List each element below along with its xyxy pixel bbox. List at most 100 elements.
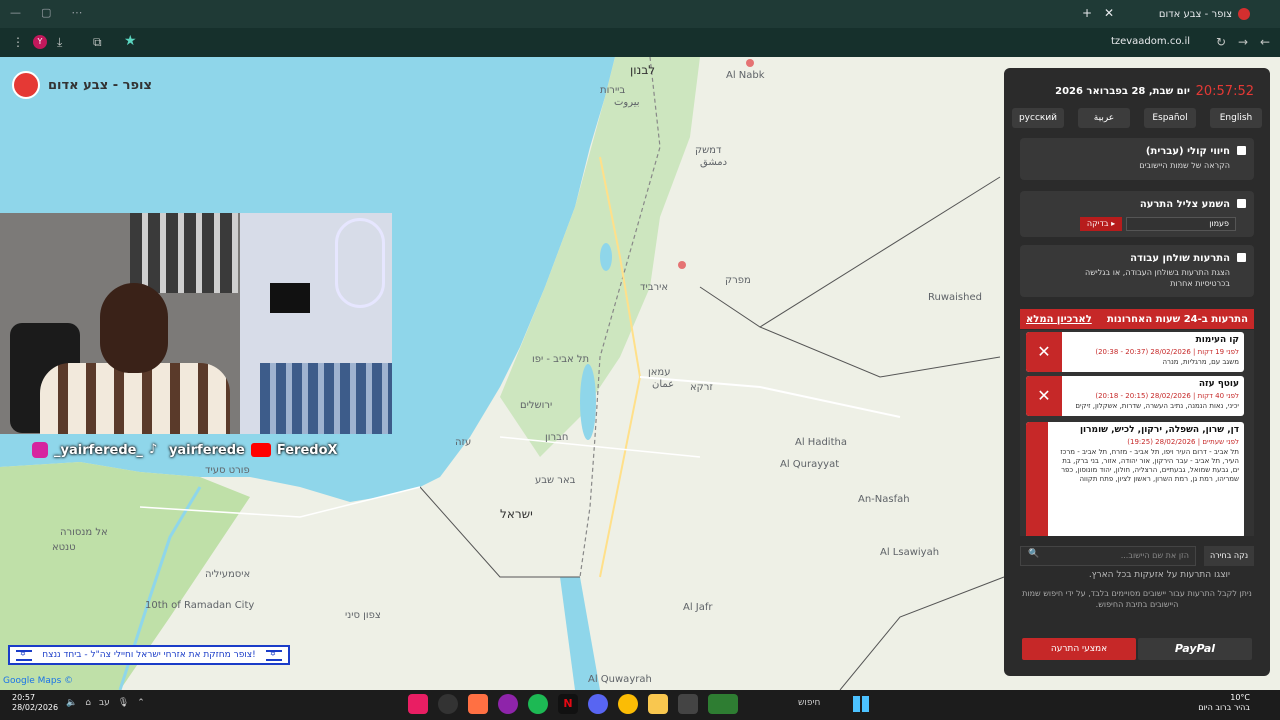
taskbar: 20:57 28/02/2026 🔈 ⌂ עב 🎙 ⌃ N חיפוש 10°C…	[0, 690, 1280, 720]
webcam-bed	[260, 363, 392, 434]
alerts-header-title: התרעות ב-24 שעות האחרונות	[1106, 313, 1248, 325]
network-icon[interactable]: ⌂	[85, 698, 91, 708]
sound-test-button[interactable]: ▸ בדיקה	[1080, 217, 1122, 231]
address-bar[interactable]: tzevaadom.co.il	[1111, 36, 1190, 47]
alert-cities: תל אביב - דרום העיר ויפו, תל אביב - מזרח…	[1060, 448, 1239, 483]
alert-options-button[interactable]: אמצעי התרעה	[1022, 638, 1136, 660]
windows-start-icon[interactable]	[853, 696, 869, 712]
voice-checkbox[interactable]	[1237, 146, 1246, 155]
rocket-alert-icon: ✕	[1026, 376, 1062, 416]
alerts-panel: 20:57:52 יום שבת, 28 בפברואר 2026 русски…	[1004, 68, 1270, 676]
overflow-icon[interactable]: ⋯	[71, 6, 82, 19]
paypal-button[interactable]: PayPal	[1138, 638, 1252, 660]
input-language[interactable]: עב	[99, 698, 110, 708]
back-icon[interactable]: ←	[1260, 35, 1270, 49]
terminal-app-icon[interactable]	[678, 694, 698, 714]
clear-selection-button[interactable]: נקה בחירה	[1204, 546, 1254, 566]
tab-favicon-icon	[1238, 8, 1250, 20]
brave-app-icon[interactable]	[468, 694, 488, 714]
alert-time: לפני 19 דקות | 28/02/2026 (20:37 - 20:38…	[1095, 348, 1239, 356]
alerts-list[interactable]: ✕ קו העימות לפני 19 דקות | 28/02/2026 (2…	[1020, 330, 1254, 536]
obs-app-icon[interactable]	[438, 694, 458, 714]
alerts-scope-note: יוצגו התרעות על אזעקות בכל הארץ.	[1088, 570, 1230, 580]
minimize-icon[interactable]: —	[10, 6, 21, 19]
lang-english-button[interactable]: English	[1210, 108, 1262, 128]
spotify-app-icon[interactable]	[528, 694, 548, 714]
map-credit[interactable]: Google Maps ©	[3, 676, 73, 686]
mic-icon[interactable]: 🎙	[118, 698, 129, 708]
alert-time: לפני 40 דקות | 28/02/2026 (20:15 - 20:18…	[1095, 392, 1239, 400]
taskbar-clock[interactable]: 20:57 28/02/2026	[12, 693, 58, 713]
webcam-posters	[130, 213, 238, 293]
alert-cities: יכיני, נאות הנמנה, נתיב העשרה, שדרות, אש…	[1075, 402, 1239, 410]
map-label-damascus-ar: دمشق	[700, 157, 728, 168]
weather-temp: 10°C	[1230, 693, 1250, 702]
tiktok-handle: yairferede	[168, 442, 245, 458]
search-icon: 🔍	[1028, 549, 1040, 559]
site-brand: צופר - צבע אדום	[12, 71, 152, 99]
title-bar: — ▢ ⋯ + ✕ צופר - צבע אדום	[0, 0, 1280, 28]
download-icon[interactable]: ⤓	[57, 35, 62, 50]
profile-avatar[interactable]: Y	[33, 35, 47, 49]
file-explorer-icon[interactable]	[648, 694, 668, 714]
map-label-al-qurayyat: Al Qurayyat	[780, 459, 840, 470]
lang-arabic-button[interactable]: عربية	[1078, 108, 1130, 128]
map-label-amman: עמאן	[648, 367, 671, 378]
netflix-app-icon[interactable]: N	[558, 694, 578, 714]
lang-russian-button[interactable]: русский	[1012, 108, 1064, 128]
webcam-overlay	[0, 213, 392, 434]
menu-icon[interactable]: ⋮	[12, 35, 24, 49]
twitch-app-icon[interactable]	[498, 694, 518, 714]
map-label-mansoura: אל מנסורה	[60, 527, 108, 538]
volume-icon[interactable]: 🔈	[66, 698, 77, 708]
tiktok-icon: ♪	[148, 442, 158, 457]
map-label-zarqa: זרקא	[690, 382, 713, 393]
map-label-beirut-ar: بيروت	[614, 97, 640, 108]
israel-flag-icon	[16, 649, 32, 661]
sound-select[interactable]: פעמון	[1126, 217, 1236, 231]
tray-expand-icon[interactable]: ⌃	[137, 698, 145, 708]
tab-active[interactable]: צופר - צבע אדום	[1100, 4, 1250, 24]
archive-link[interactable]: לארכיון המלא	[1026, 314, 1092, 325]
desktop-notify-subtitle: הצגת התרעות בשולחן העבודה, או בגלישה בכר…	[1085, 268, 1230, 288]
desktop-notify-checkbox[interactable]	[1237, 253, 1246, 262]
map-label-tenth-of-ramadan: 10th of Ramadan City	[145, 600, 255, 611]
maximize-icon[interactable]: ▢	[41, 6, 51, 19]
sound-checkbox[interactable]	[1237, 199, 1246, 208]
sound-setting-card: השמע צליל התרעה פעמון ▸ בדיקה	[1020, 191, 1254, 237]
map-label-irbid: אירביד	[640, 282, 669, 293]
map-label-ismailia: איסמעיליה	[205, 569, 251, 580]
weather-desc: בהיר ברוב היום	[1198, 703, 1250, 712]
map-label-jerusalem: ירושלים	[520, 400, 553, 411]
tiktok-app-icon[interactable]	[408, 694, 428, 714]
webcam-neon-light	[335, 218, 385, 308]
widget-app-icon[interactable]	[708, 694, 738, 714]
siren-logo-icon	[12, 71, 40, 99]
desktop-notify-card: התרעות שולחן עבודה הצגת התרעות בשולחן הע…	[1020, 245, 1254, 297]
site-title: צופר - צבע אדום	[48, 77, 152, 93]
webcam-streamer-body	[40, 363, 230, 434]
instagram-icon	[32, 442, 48, 458]
weather-widget[interactable]: 10°C בהיר ברוב היום	[1198, 693, 1250, 713]
youtube-icon	[250, 443, 271, 457]
city-search-input[interactable]: הזן את שם היישוב...	[1020, 546, 1196, 566]
chrome-app-icon[interactable]	[618, 694, 638, 714]
map-label-al-nabk: Al Nabk	[726, 70, 765, 81]
reload-icon[interactable]: ↻	[1216, 35, 1226, 49]
window-controls[interactable]: — ▢ ⋯	[10, 6, 82, 19]
bookmark-star-icon[interactable]: ★	[124, 33, 137, 49]
taskbar-date: 28/02/2026	[12, 703, 59, 712]
new-tab-button[interactable]: +	[1082, 6, 1092, 20]
alert-item: ✕ קו העימות לפני 19 דקות | 28/02/2026 (2…	[1026, 332, 1244, 372]
browser-toolbar: ⋮ Y ⤓ ⧉ ★ tzevaadom.co.il ↻ → ←	[0, 28, 1280, 57]
map-label-lebanon: לבנון	[630, 63, 656, 77]
alert-item: ✕ עוטף עזה לפני 40 דקות | 28/02/2026 (20…	[1026, 376, 1244, 416]
extensions-icon[interactable]: ⧉	[93, 35, 102, 50]
map-label-mafraq: מפרק	[725, 275, 751, 286]
lang-spanish-button[interactable]: Español	[1144, 108, 1196, 128]
taskbar-apps: N	[408, 694, 738, 714]
taskbar-search[interactable]: חיפוש	[798, 698, 820, 708]
forward-icon[interactable]: →	[1238, 35, 1248, 49]
discord-app-icon[interactable]	[588, 694, 608, 714]
alert-area: דן, שרון, השפלה, ירקון, לכיש, שומרון	[1079, 425, 1239, 435]
